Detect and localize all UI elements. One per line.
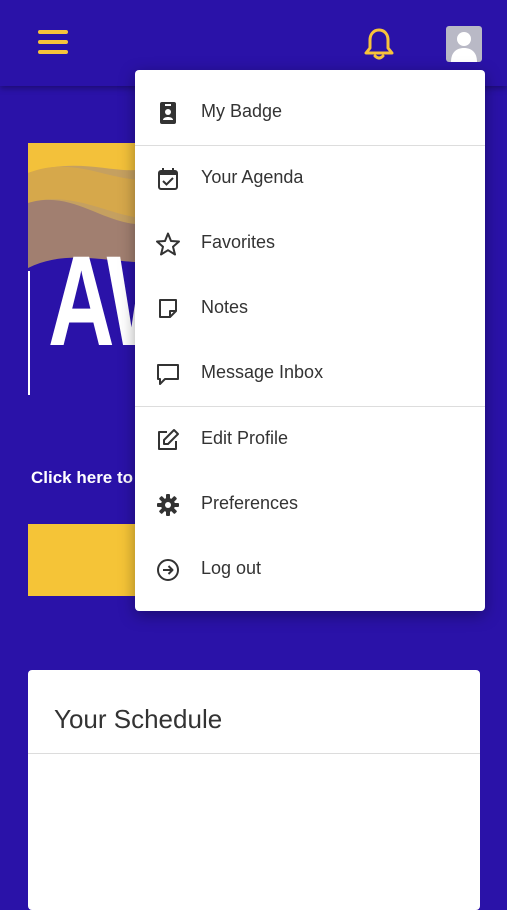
menu-item-label: Log out [201,558,262,578]
schedule-card: Your Schedule [28,670,480,910]
user-dropdown-menu: My Badge Your Agenda Favorites Notes Mes… [135,70,485,611]
user-avatar-icon[interactable] [446,26,482,62]
edit-icon [155,427,181,453]
menu-item-notes[interactable]: Notes [135,277,485,341]
hamburger-menu-icon[interactable] [38,30,68,58]
badge-icon [155,100,181,126]
menu-item-label: Your Agenda [201,167,304,187]
menu-item-edit-profile[interactable]: Edit Profile [135,408,485,472]
schedule-title: Your Schedule [54,704,223,734]
note-icon [155,296,181,322]
menu-item-my-badge[interactable]: My Badge [135,81,485,145]
menu-item-log-out[interactable]: Log out [135,538,485,602]
cta-text: Click here to [31,468,134,487]
menu-item-label: Favorites [201,232,276,252]
menu-item-your-agenda[interactable]: Your Agenda [135,147,485,211]
menu-divider [135,406,485,407]
menu-divider [135,145,485,146]
menu-item-label: My Badge [201,101,283,121]
star-icon [155,231,181,257]
menu-item-favorites[interactable]: Favorites [135,212,485,276]
logout-icon [155,557,181,583]
menu-item-label: Message Inbox [201,362,324,382]
message-icon [155,361,181,387]
menu-item-label: Notes [201,297,249,317]
schedule-divider [28,753,480,754]
bell-icon[interactable] [363,27,395,61]
menu-item-label: Edit Profile [201,428,289,448]
menu-item-message-inbox[interactable]: Message Inbox [135,342,485,406]
gear-icon [155,492,181,518]
menu-item-preferences[interactable]: Preferences [135,473,485,537]
calendar-check-icon [155,166,181,192]
menu-item-label: Preferences [201,493,299,513]
